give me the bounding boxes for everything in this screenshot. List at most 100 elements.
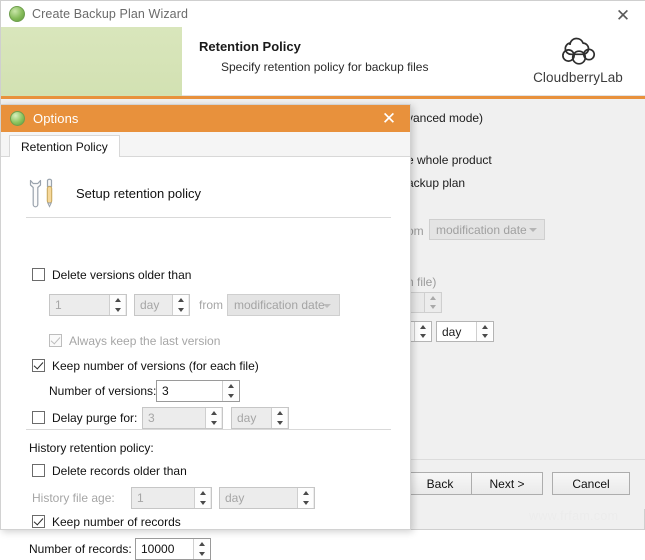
setup-retention-policy-heading: Setup retention policy: [26, 177, 201, 209]
options-close-button[interactable]: ✕: [376, 108, 402, 129]
spinner-buttons[interactable]: [205, 408, 221, 428]
spinner-down-icon[interactable]: [272, 418, 287, 428]
spinner-version-age-value: 1: [55, 298, 62, 312]
wizard-bg-modification-date-combo[interactable]: modification date: [429, 219, 545, 240]
spinner-down-icon[interactable]: [194, 549, 209, 559]
spinner-up-icon[interactable]: [173, 295, 188, 305]
label-delete-versions-older-than: Delete versions older than: [52, 268, 192, 282]
options-dialog: Options ✕ Retention Policy Setup retenti…: [0, 104, 411, 560]
spinner-buttons[interactable]: [194, 488, 210, 508]
checkbox-delete-records-older-than[interactable]: [32, 464, 45, 477]
wizard-bg-text-advanced-mode: vanced mode): [407, 111, 484, 125]
spinner-number-of-records[interactable]: 10000: [135, 538, 211, 560]
wizard-close-button[interactable]: ✕: [610, 5, 636, 25]
chevron-down-icon: [529, 228, 537, 232]
label-always-keep-last-version: Always keep the last version: [69, 334, 221, 348]
spinner-version-age-unit-value: day: [140, 298, 160, 312]
label-delete-records-older-than: Delete records older than: [52, 464, 187, 478]
spinner-up-icon[interactable]: [298, 488, 313, 498]
spinner-buttons[interactable]: [414, 322, 430, 341]
spinner-up-icon[interactable]: [195, 488, 210, 498]
cloudberrylab-logo-text: CloudberryLab: [533, 70, 623, 85]
spinner-number-of-versions[interactable]: 3: [156, 380, 240, 402]
spinner-buttons[interactable]: [109, 295, 125, 315]
combo-from-date-type[interactable]: modification date: [227, 294, 340, 316]
next-button[interactable]: Next >: [471, 472, 543, 495]
spinner-version-age[interactable]: 1: [49, 294, 127, 316]
spinner-down-icon[interactable]: [206, 418, 221, 428]
spinner-history-file-age-unit-value: day: [225, 491, 245, 505]
wizard-bg-text-whole-product: e whole product: [407, 153, 492, 167]
wrench-screwdriver-icon: [29, 178, 53, 208]
cloudberrylab-logo: CloudberryLab: [522, 33, 634, 93]
spinner-up-icon[interactable]: [425, 293, 440, 303]
wizard-bg-spinner-1[interactable]: [406, 292, 442, 313]
spinner-up-icon[interactable]: [206, 408, 221, 418]
watermark: www.frfam.com: [529, 509, 619, 523]
spinner-history-file-age-value: 1: [137, 491, 144, 505]
spinner-down-icon[interactable]: [477, 331, 492, 341]
wizard-header-band: Retention Policy Specify retention polic…: [1, 27, 645, 96]
green-sphere-icon: [10, 111, 25, 126]
wizard-bg-spinner-day-value: day: [442, 324, 462, 339]
label-history-file-age: History file age:: [32, 491, 115, 505]
label-number-of-records: Number of records:: [29, 542, 132, 556]
spinner-buttons[interactable]: [193, 539, 209, 559]
spinner-buttons[interactable]: [271, 408, 287, 428]
spinner-version-age-unit[interactable]: day: [134, 294, 190, 316]
spinner-down-icon[interactable]: [173, 305, 188, 315]
spinner-history-file-age[interactable]: 1: [131, 487, 212, 509]
checkbox-always-keep-last-version: [49, 334, 62, 347]
combo-from-date-type-value: modification date: [234, 298, 325, 312]
spinner-down-icon[interactable]: [415, 331, 430, 341]
wizard-bg-text-each-file: h file): [407, 275, 437, 289]
spinner-buttons[interactable]: [172, 295, 188, 315]
spinner-buttons[interactable]: [424, 293, 440, 312]
label-number-of-versions: Number of versions:: [49, 384, 157, 398]
spinner-up-icon[interactable]: [272, 408, 287, 418]
label-from: from: [199, 298, 223, 312]
spinner-delay-purge-unit[interactable]: day: [231, 407, 289, 429]
spinner-buttons[interactable]: [476, 322, 492, 341]
back-button[interactable]: Back: [405, 472, 475, 495]
wizard-bg-combo-value: modification date: [436, 222, 527, 237]
spinner-up-icon[interactable]: [223, 381, 238, 391]
checkbox-keep-number-of-records[interactable]: [32, 515, 45, 528]
spinner-down-icon[interactable]: [195, 498, 210, 508]
label-delay-purge-for: Delay purge for:: [52, 411, 138, 425]
label-keep-number-of-records: Keep number of records: [52, 515, 181, 529]
spinner-up-icon[interactable]: [415, 322, 430, 332]
spinner-up-icon[interactable]: [477, 322, 492, 332]
cancel-button[interactable]: Cancel: [552, 472, 630, 495]
checkbox-delete-versions-older-than[interactable]: [32, 268, 45, 281]
wizard-bg-text-backup-plan: ackup plan: [407, 176, 466, 190]
spinner-buttons[interactable]: [222, 381, 238, 401]
spinner-down-icon[interactable]: [298, 498, 313, 508]
chevron-down-icon: [323, 304, 331, 308]
spinner-delay-purge-value-text: 3: [148, 411, 155, 425]
spinner-history-file-age-unit[interactable]: day: [219, 487, 315, 509]
spinner-up-icon[interactable]: [194, 539, 209, 549]
options-dialog-title: Options: [33, 111, 79, 126]
wizard-bg-spinner-day[interactable]: day: [436, 321, 494, 342]
spinner-down-icon[interactable]: [425, 302, 440, 312]
spinner-buttons[interactable]: [297, 488, 313, 508]
spinner-delay-purge-value[interactable]: 3: [142, 407, 223, 429]
wizard-page-subtitle: Specify retention policy for backup file…: [221, 60, 429, 74]
spinner-up-icon[interactable]: [110, 295, 125, 305]
history-section-divider: [26, 429, 391, 430]
checkbox-keep-number-of-versions[interactable]: [32, 359, 45, 372]
wizard-titlebar: Create Backup Plan Wizard ✕: [1, 1, 645, 27]
options-titlebar: Options ✕: [1, 105, 410, 132]
tab-retention-policy[interactable]: Retention Policy: [9, 135, 120, 158]
history-retention-policy-heading: History retention policy:: [29, 441, 154, 455]
spinner-delay-purge-unit-text: day: [237, 411, 257, 425]
spinner-down-icon[interactable]: [223, 391, 238, 401]
spinner-down-icon[interactable]: [110, 305, 125, 315]
checkbox-delay-purge-for[interactable]: [32, 411, 45, 424]
spinner-number-of-records-value: 10000: [141, 542, 175, 556]
cloudberry-cloud-icon: [562, 37, 596, 65]
wizard-header-green-panel: [1, 27, 182, 96]
spinner-number-of-versions-value: 3: [162, 384, 169, 398]
wizard-title: Create Backup Plan Wizard: [32, 7, 189, 21]
